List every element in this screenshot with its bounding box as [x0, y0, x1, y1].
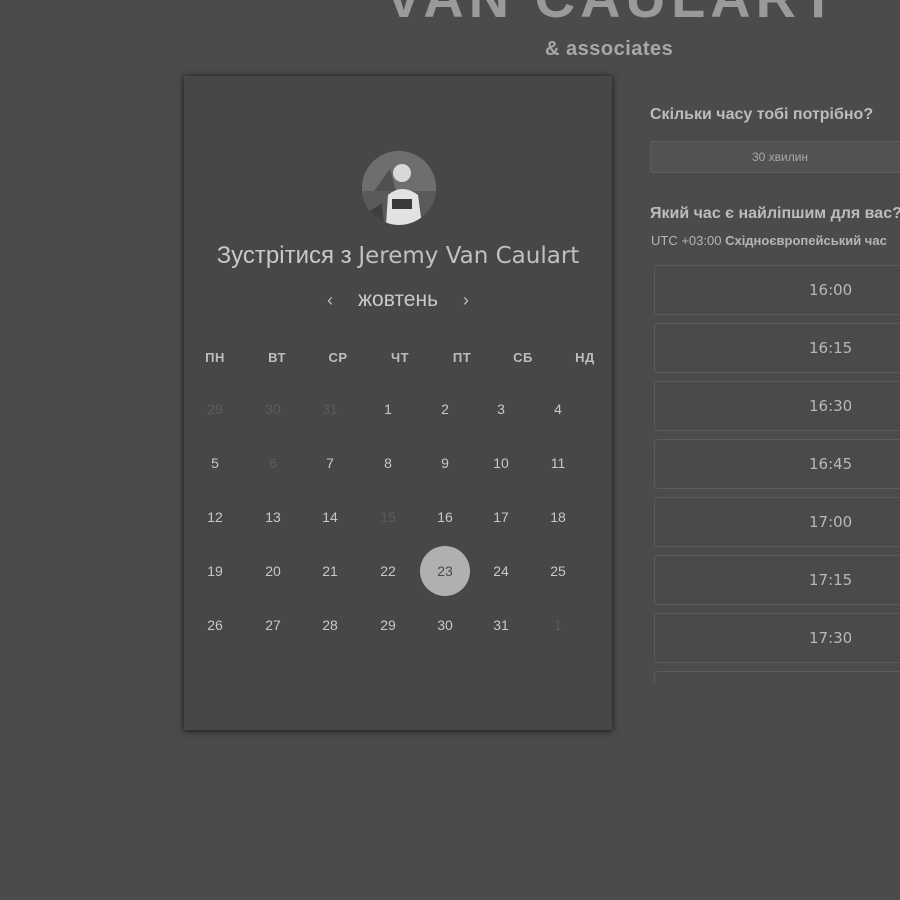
calendar-day[interactable]: 5 [190, 438, 240, 488]
avatar [362, 151, 436, 225]
calendar-day[interactable]: 19 [190, 546, 240, 596]
calendar-day-selected[interactable]: 23 [420, 546, 470, 596]
calendar-day[interactable]: 8 [363, 438, 413, 488]
calendar-day[interactable]: 14 [305, 492, 355, 542]
calendar-day[interactable]: 13 [248, 492, 298, 542]
calendar-day[interactable]: 28 [305, 600, 355, 650]
calendar-day[interactable]: 16 [420, 492, 470, 542]
time-slot-button[interactable]: 17:30 [654, 613, 900, 663]
duration-select[interactable]: 30 хвилин [650, 141, 900, 173]
calendar-day: 31 [322, 401, 338, 417]
time-question: Який час є найліпшим для вас? [650, 205, 900, 222]
time-slot-button[interactable]: 17:45 [654, 671, 900, 683]
host-heading: Зустрітися з Jeremy Van Caulart [184, 242, 612, 270]
weekday-label: ПТ [452, 350, 472, 365]
calendar-day[interactable]: 3 [476, 384, 526, 434]
timezone-offset: UTC +03:00 [651, 233, 722, 248]
timezone-name: Східноєвропейський час [725, 233, 887, 248]
host-name: Jeremy Van Caulart [358, 243, 580, 269]
host-prefix: Зустрітися з [216, 242, 352, 269]
calendar-day[interactable]: 11 [533, 438, 583, 488]
calendar-card: Зустрітися з Jeremy Van Caulart ‹ жовтен… [184, 76, 612, 730]
calendar-day[interactable]: 20 [248, 546, 298, 596]
time-slot-button[interactable]: 17:00 [654, 497, 900, 547]
weekday-label: ЧТ [390, 350, 410, 365]
calendar-day[interactable]: 24 [476, 546, 526, 596]
calendar-day[interactable]: 31 [476, 600, 526, 650]
duration-question: Скільки часу тобі потрібно? [650, 106, 874, 123]
calendar-day[interactable]: 17 [476, 492, 526, 542]
weekday-label: ПН [205, 350, 225, 365]
calendar-day[interactable]: 25 [533, 546, 583, 596]
weekday-label: ВТ [268, 350, 286, 365]
calendar-day[interactable]: 18 [533, 492, 583, 542]
calendar-day[interactable]: 10 [476, 438, 526, 488]
calendar-day[interactable]: 1 [363, 384, 413, 434]
calendar-day[interactable]: 7 [305, 438, 355, 488]
calendar-day[interactable]: 22 [363, 546, 413, 596]
calendar-day[interactable]: 27 [248, 600, 298, 650]
calendar-day: 1 [554, 617, 562, 633]
weekday-label: НД [575, 350, 595, 365]
time-slot-button[interactable]: 16:30 [654, 381, 900, 431]
time-slot-button[interactable]: 17:15 [654, 555, 900, 605]
calendar-day[interactable]: 12 [190, 492, 240, 542]
month-label: жовтень [357, 288, 439, 311]
calendar-day: 29 [207, 401, 223, 417]
calendar-day: 15 [380, 509, 396, 525]
brand-logo-title: VAN CAULART [385, 0, 845, 26]
month-navigation: ‹ жовтень › [184, 288, 612, 312]
calendar-day[interactable]: 2 [420, 384, 470, 434]
calendar-day[interactable]: 26 [190, 600, 240, 650]
chevron-left-icon[interactable]: ‹ [320, 290, 340, 311]
calendar-day[interactable]: 30 [420, 600, 470, 650]
calendar-day[interactable]: 9 [420, 438, 470, 488]
weekday-label: СБ [513, 350, 533, 365]
time-slot-button[interactable]: 16:00 [654, 265, 900, 315]
time-slot-button[interactable]: 16:15 [654, 323, 900, 373]
chevron-right-icon[interactable]: › [456, 290, 476, 311]
calendar-day[interactable]: 21 [305, 546, 355, 596]
timezone-label: UTC +03:00 Східноєвропейський час [651, 233, 887, 248]
calendar-day: 6 [269, 455, 277, 471]
time-slot-list[interactable]: 16:00 16:15 16:30 16:45 17:00 17:15 17:30 17:45 [654, 265, 900, 683]
calendar-day[interactable]: 4 [533, 384, 583, 434]
time-slot-button[interactable]: 16:45 [654, 439, 900, 489]
calendar-day[interactable]: 29 [363, 600, 413, 650]
weekday-label: СР [328, 350, 348, 365]
brand-logo-subtitle: & associates [545, 38, 674, 60]
host-photo [362, 151, 436, 225]
calendar-day: 30 [265, 401, 281, 417]
